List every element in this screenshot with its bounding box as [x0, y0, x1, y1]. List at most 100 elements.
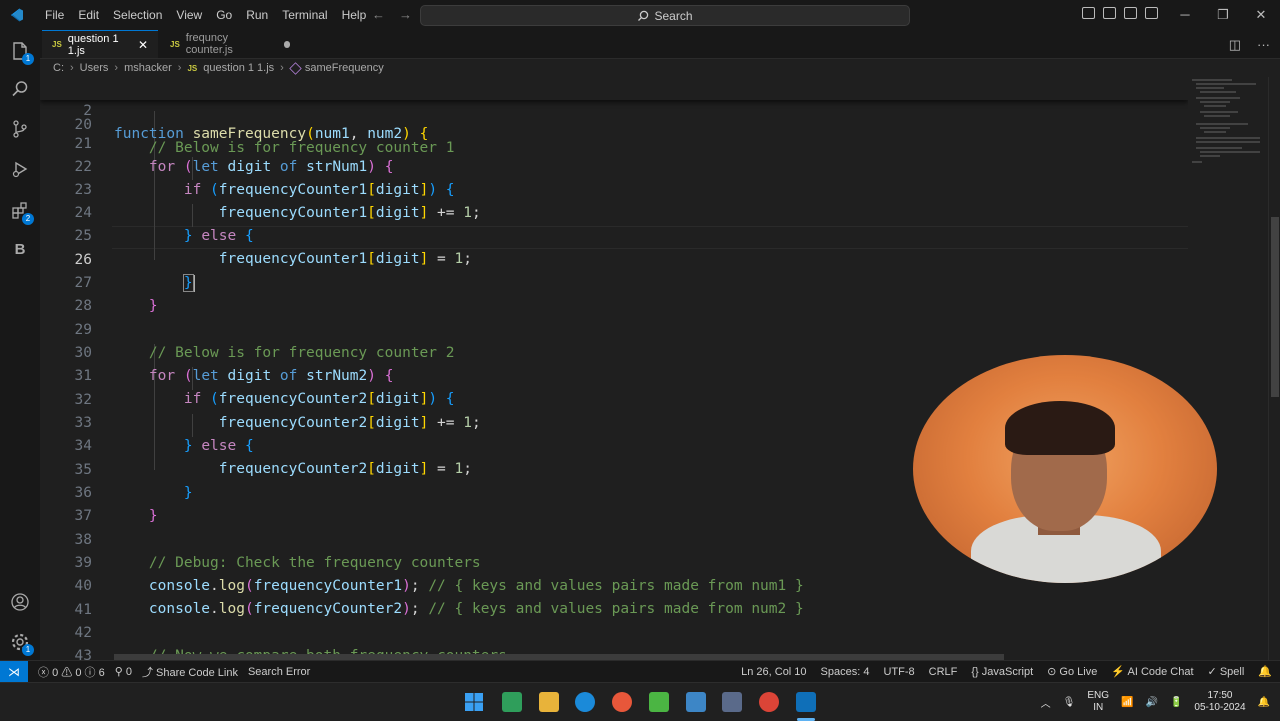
code-line: 42 // Now we compare both frequency coun… — [40, 599, 1188, 660]
minimap[interactable] — [1188, 77, 1268, 660]
windows-start-icon[interactable] — [464, 692, 484, 712]
extensions-icon[interactable]: 2 — [8, 199, 34, 225]
tab-label: question 1 1.js — [67, 32, 119, 57]
code-text: function sameFrequency(num1, num2) { — [114, 126, 429, 142]
customize-layout-icon[interactable] — [1145, 7, 1158, 19]
calculator-icon[interactable] — [722, 692, 742, 712]
settings-gear-icon[interactable]: 1 — [8, 630, 34, 656]
end-of-line[interactable]: CRLF — [929, 666, 958, 678]
wifi-icon[interactable]: 📶 — [1121, 697, 1133, 708]
firefox-icon[interactable] — [612, 692, 632, 712]
menu-selection[interactable]: Selection — [106, 8, 169, 22]
menu-help[interactable]: Help — [335, 8, 374, 22]
menu-run[interactable]: Run — [239, 8, 275, 22]
code-line: 27 } — [40, 249, 1188, 314]
file-explorer-icon[interactable] — [539, 692, 559, 712]
breadcrumb-symbol[interactable]: sameFrequency — [305, 62, 384, 74]
editor-tabs: JS question 1 1.js ✕ JS frequncy counter… — [40, 30, 1280, 59]
menu-go[interactable]: Go — [209, 8, 239, 22]
notepad-icon[interactable] — [686, 692, 706, 712]
function-symbol-icon — [289, 61, 302, 75]
language-indicator[interactable]: ENG IN — [1087, 690, 1109, 714]
edge-browser-icon[interactable] — [575, 692, 595, 712]
status-bar: ⋊ ⓧ 0 ⚠ 0 ⓘ 6 ⚲ 0 ⤴ Share Code Link Sear… — [0, 660, 1280, 683]
javascript-file-icon: JS — [187, 63, 198, 73]
command-search-box[interactable]: Search — [420, 5, 910, 26]
back-arrow-icon[interactable]: ← — [372, 7, 385, 22]
code-line: 23 frequencyCounter1[digit] += 1; — [40, 156, 1188, 221]
cursor-position[interactable]: Ln 26, Col 10 — [741, 666, 806, 678]
code-line: 24 } else { — [40, 179, 1188, 244]
utorrent-icon[interactable] — [649, 692, 669, 712]
toggle-primary-sidebar-icon[interactable] — [1082, 7, 1095, 19]
menu-bar: File Edit Selection View Go Run Terminal… — [38, 8, 373, 22]
volume-icon[interactable]: 🔊 — [1145, 697, 1157, 708]
menu-edit[interactable]: Edit — [71, 8, 106, 22]
tab-label: frequncy counter.js — [185, 32, 233, 56]
toggle-secondary-sidebar-icon[interactable] — [1124, 7, 1137, 19]
problems-status[interactable]: ⓧ 0 ⚠ 0 ⓘ 6 — [38, 664, 105, 680]
notification-center-icon[interactable]: 🔔 — [1258, 697, 1270, 708]
vertical-scrollbar[interactable] — [1268, 77, 1280, 660]
ports-status[interactable]: ⚲ 0 — [115, 665, 132, 678]
windows-taskbar: ︿ 🎙 ENG IN 📶 🔊 🔋 17:50 05-10-2024 🔔 — [0, 682, 1280, 721]
forward-arrow-icon[interactable]: → — [399, 7, 412, 22]
share-code-link[interactable]: ⤴ Share Code Link — [142, 664, 238, 680]
javascript-file-icon: JS — [170, 39, 180, 49]
tab-frequncy-counter-js[interactable]: JS frequncy counter.js — [160, 30, 300, 58]
split-editor-icon[interactable]: ◫ — [1229, 37, 1241, 53]
webcam-overlay — [913, 355, 1217, 583]
run-debug-icon[interactable] — [8, 157, 32, 181]
breadcrumb-user[interactable]: mshacker — [124, 62, 172, 74]
search-icon — [638, 10, 649, 21]
menu-terminal[interactable]: Terminal — [275, 8, 334, 22]
close-window-icon[interactable]: ✕ — [1242, 0, 1280, 30]
accounts-icon[interactable] — [8, 590, 32, 614]
scrollbar-thumb[interactable] — [1271, 217, 1279, 397]
ai-code-chat-button[interactable]: ⚡ AI Code Chat — [1111, 665, 1193, 678]
window-controls: ─ ❐ ✕ — [1166, 0, 1280, 30]
breadcrumb-file[interactable]: question 1 1.js — [203, 62, 274, 74]
title-bar: File Edit Selection View Go Run Terminal… — [0, 0, 1280, 30]
app-green-icon[interactable] — [502, 692, 522, 712]
encoding[interactable]: UTF-8 — [883, 666, 914, 678]
code-line: 30 for (let digit of strNum2) { — [40, 319, 1188, 384]
tray-overflow-icon[interactable]: ︿ — [1041, 695, 1051, 710]
spell-button[interactable]: ✓ Spell — [1208, 665, 1245, 678]
explorer-badge: 1 — [22, 53, 34, 65]
minimize-icon[interactable]: ─ — [1166, 0, 1204, 30]
vscode-taskbar-icon[interactable] — [796, 692, 816, 712]
code-line: 28 — [40, 272, 1188, 314]
close-tab-icon[interactable]: ✕ — [138, 38, 148, 52]
menu-view[interactable]: View — [169, 8, 209, 22]
breadcrumb-drive[interactable]: C: — [53, 62, 64, 74]
notifications-bell-icon[interactable]: 🔔 — [1258, 665, 1272, 678]
battery-icon[interactable]: 🔋 — [1170, 697, 1182, 708]
microphone-icon[interactable]: 🎙 — [1063, 697, 1076, 708]
system-tray: ︿ 🎙 ENG IN 📶 🔊 🔋 17:50 05-10-2024 🔔 — [1041, 683, 1270, 721]
activity-bar: 1 2 B 1 — [0, 30, 40, 660]
extension-b-icon[interactable]: B — [8, 237, 32, 261]
go-live-button[interactable]: ⊙ Go Live — [1047, 665, 1097, 678]
menu-file[interactable]: File — [38, 8, 71, 22]
more-actions-icon[interactable]: ··· — [1257, 37, 1270, 53]
remote-indicator-icon[interactable]: ⋊ — [0, 660, 28, 683]
restore-icon[interactable]: ❐ — [1204, 0, 1242, 30]
source-control-icon[interactable] — [8, 117, 32, 141]
language-mode[interactable]: {} JavaScript — [971, 666, 1033, 678]
editor-actions: ◫ ··· — [1229, 37, 1270, 53]
unsaved-dot-icon[interactable] — [283, 40, 290, 48]
explorer-icon[interactable]: 1 — [8, 39, 34, 65]
nav-arrows: ← → — [372, 7, 412, 22]
code-line: 43 for (let key in frequencyCounter1) { — [40, 622, 1188, 660]
chrome-icon[interactable] — [759, 692, 779, 712]
breadcrumb-users[interactable]: Users — [80, 62, 109, 74]
indentation[interactable]: Spaces: 4 — [821, 666, 870, 678]
vscode-logo-icon — [11, 8, 23, 22]
sticky-scroll-line[interactable]: 2 function sameFrequency(num1, num2) { — [40, 77, 1188, 142]
clock[interactable]: 17:50 05-10-2024 — [1194, 690, 1245, 714]
search-error[interactable]: Search Error — [248, 666, 310, 678]
tab-question-1-1-js[interactable]: JS question 1 1.js ✕ — [42, 30, 158, 58]
toggle-panel-icon[interactable] — [1103, 7, 1116, 19]
search-view-icon[interactable] — [8, 77, 32, 101]
